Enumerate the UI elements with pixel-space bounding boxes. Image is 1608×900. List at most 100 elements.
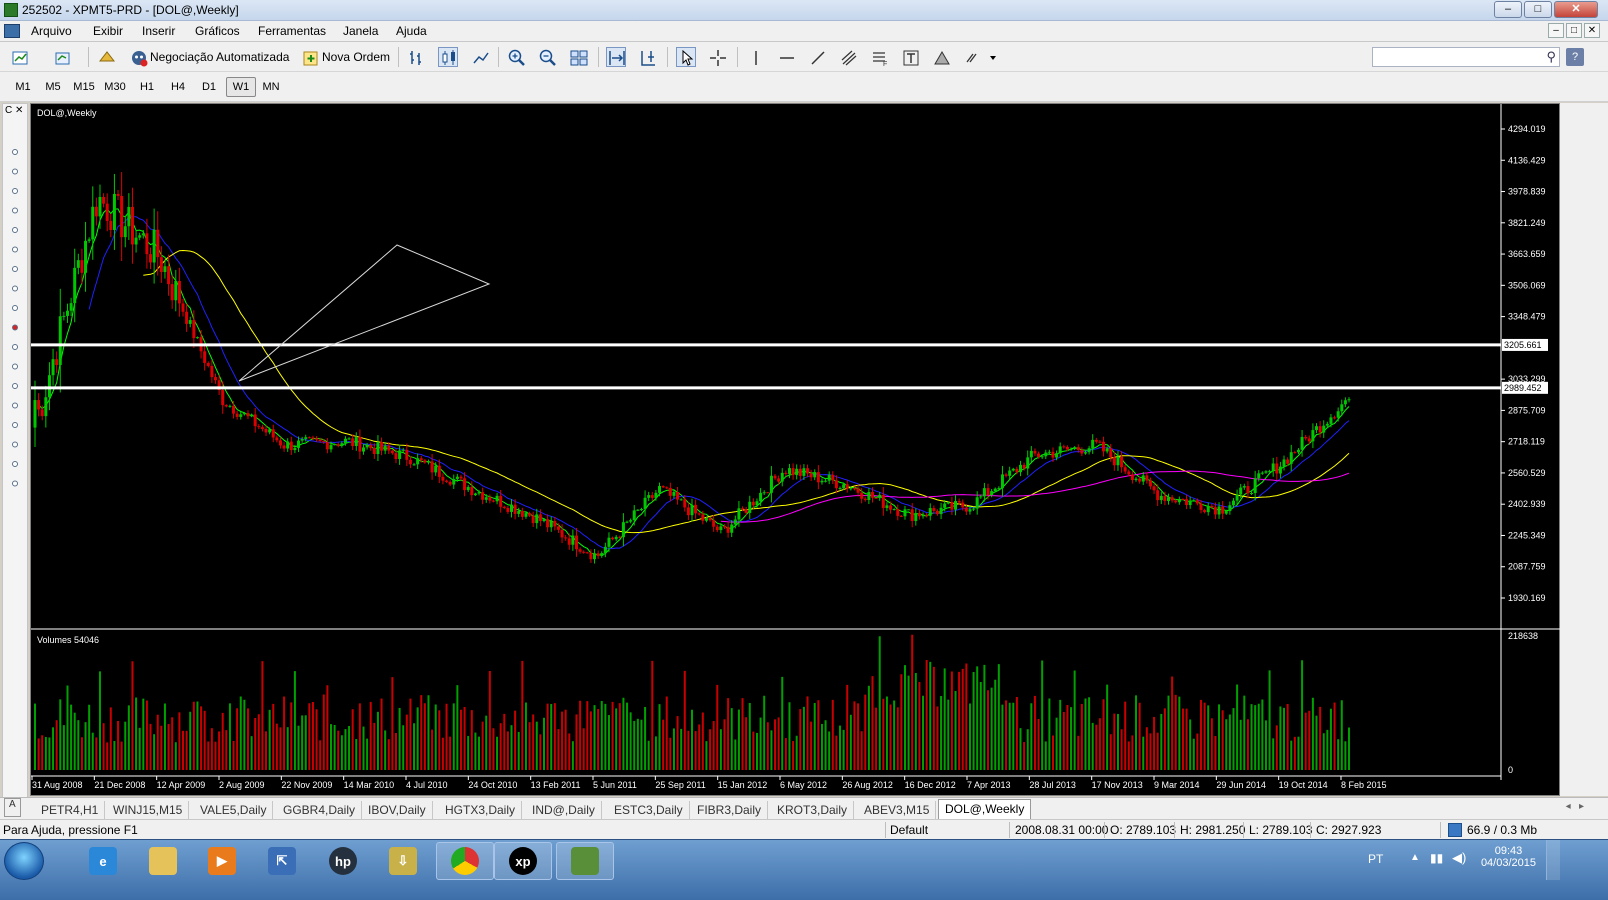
search-icon[interactable]: ⚲ [1546, 49, 1556, 65]
objects-list[interactable] [3, 104, 29, 804]
object-list-item[interactable] [12, 422, 18, 428]
timeframe-m30[interactable]: M30 [100, 77, 130, 97]
candlestick-icon[interactable] [438, 47, 458, 67]
new-chart-icon[interactable]: ▾ [10, 47, 43, 67]
timeframe-h4[interactable]: H4 [163, 77, 193, 97]
tab-krot3[interactable]: KROT3,Daily [771, 801, 855, 820]
volume-icon[interactable]: ◀) [1452, 850, 1466, 866]
mdi-restore-button[interactable]: □ [1566, 23, 1582, 38]
arrow-tool-icon[interactable] [931, 47, 951, 67]
crosshair-icon[interactable] [707, 47, 727, 67]
menu-ajuda[interactable]: Ajuda [396, 24, 427, 38]
chart-window[interactable]: 3205.661 2989.452 DOL@,Weekly Volumes 540… [30, 103, 1561, 797]
object-list-item[interactable] [12, 344, 18, 350]
cursor-icon[interactable] [676, 47, 696, 67]
profiles-icon[interactable] [52, 47, 72, 67]
fibonacci-icon[interactable]: F [869, 47, 889, 68]
menu-ferramentas[interactable]: Ferramentas [258, 24, 326, 38]
menu-arquivo[interactable]: Arquivo [31, 24, 72, 38]
tab-ind[interactable]: IND@,Daily [526, 801, 602, 820]
object-list-item[interactable] [12, 305, 18, 311]
tab-abev3[interactable]: ABEV3,M15 [858, 801, 937, 820]
line-chart-icon[interactable] [470, 47, 490, 67]
menu-exibir[interactable]: Exibir [93, 24, 123, 38]
vertical-line-icon[interactable] [745, 47, 765, 67]
tab-ggbr4[interactable]: GGBR4,Daily [277, 801, 363, 820]
network-icon[interactable]: ▮▮ [1430, 851, 1443, 865]
document-icon[interactable] [4, 24, 20, 38]
object-list-item[interactable] [12, 383, 18, 389]
timeframe-h1[interactable]: H1 [132, 77, 162, 97]
object-list-item[interactable] [12, 266, 18, 272]
chart-shift-icon[interactable] [637, 47, 657, 67]
tab-fibr3[interactable]: FIBR3,Daily [691, 801, 769, 820]
zoom-out-icon[interactable] [537, 47, 557, 67]
menu-inserir[interactable]: Inserir [142, 24, 175, 38]
object-list-item[interactable] [12, 207, 18, 214]
clock[interactable]: 09:43 04/03/2015 [1481, 845, 1536, 869]
tab-vale5[interactable]: VALE5,Daily [194, 801, 274, 820]
taskbar-remote[interactable]: ⇱ [253, 842, 311, 880]
triangle-drawing[interactable] [238, 244, 491, 382]
tabs-nav-arrows[interactable]: ◂ ▸ [1566, 801, 1584, 812]
taskbar-explorer[interactable] [134, 842, 192, 880]
object-list-item[interactable] [12, 402, 18, 409]
tray-expand-icon[interactable]: ▲ [1410, 852, 1420, 863]
tabs-scroll-button[interactable]: A [4, 798, 21, 817]
object-list-item[interactable] [12, 324, 18, 331]
timeframe-mn[interactable]: MN [256, 77, 286, 97]
text-tool-icon[interactable] [900, 47, 920, 67]
horizontal-line-icon[interactable] [776, 47, 796, 67]
object-list-item[interactable] [12, 188, 18, 194]
timeframe-m5[interactable]: M5 [38, 77, 68, 97]
object-list-item[interactable] [12, 285, 18, 292]
tab-petr4[interactable]: PETR4,H1 [35, 801, 106, 820]
tile-windows-icon[interactable] [568, 47, 588, 67]
object-list-item[interactable] [12, 168, 18, 175]
object-list-item[interactable] [12, 149, 18, 155]
menu-janela[interactable]: Janela [343, 24, 378, 38]
new-order-button[interactable]: Nova Ordem [300, 46, 390, 68]
tab-hgtx3[interactable]: HGTX3,Daily [439, 801, 523, 820]
timeframe-w1[interactable]: W1 [226, 77, 256, 97]
mdi-minimize-button[interactable]: – [1548, 23, 1564, 38]
tab-estc3[interactable]: ESTC3,Daily [608, 801, 690, 820]
bar-chart-icon[interactable] [406, 47, 426, 67]
taskbar-ie[interactable]: e [74, 842, 132, 880]
close-button[interactable]: ✕ [1554, 1, 1598, 18]
connection-icon[interactable] [1448, 823, 1462, 837]
market-watch-icon[interactable] [96, 47, 116, 67]
autoscroll-icon[interactable] [606, 47, 626, 67]
mdi-close-button[interactable]: ✕ [1584, 23, 1600, 38]
object-list-item[interactable] [12, 246, 18, 253]
zoom-in-icon[interactable] [506, 47, 526, 67]
price-chart[interactable]: 3205.661 2989.452 DOL@,Weekly Volumes 540… [31, 104, 1561, 797]
object-list-item[interactable] [12, 461, 18, 467]
auto-trading-button[interactable]: Negociação Automatizada [128, 46, 289, 68]
taskbar-xp[interactable]: xp [494, 842, 552, 880]
start-button[interactable] [4, 842, 44, 880]
language-indicator[interactable]: PT [1368, 852, 1383, 866]
timeframe-m15[interactable]: M15 [69, 77, 99, 97]
timeframe-d1[interactable]: D1 [194, 77, 224, 97]
help-icon[interactable]: ? [1566, 48, 1584, 66]
tab-ibov[interactable]: IBOV,Daily [362, 801, 433, 820]
taskbar-hp[interactable]: hp [314, 842, 372, 880]
taskbar-metatrader[interactable] [556, 842, 614, 880]
object-list-item[interactable] [12, 227, 18, 233]
taskbar-chrome[interactable] [436, 842, 494, 880]
tab-winj15[interactable]: WINJ15,M15 [107, 801, 190, 820]
object-list-item[interactable] [12, 363, 18, 370]
maximize-button[interactable]: □ [1524, 1, 1552, 18]
trendline-icon[interactable] [807, 47, 827, 67]
menu-graficos[interactable]: Gráficos [195, 24, 240, 38]
object-list-item[interactable] [12, 480, 18, 487]
shapes-dropdown-icon[interactable] [962, 47, 996, 67]
equidistant-channel-icon[interactable] [838, 47, 858, 67]
minimize-button[interactable]: – [1494, 1, 1522, 18]
taskbar-downloads[interactable]: ⇩ [374, 842, 432, 880]
tab-dol-weekly[interactable]: DOL@,Weekly [938, 799, 1032, 820]
taskbar-media-player[interactable]: ▶ [193, 842, 251, 880]
search-input[interactable]: ⚲ [1372, 47, 1560, 67]
show-desktop-button[interactable] [1546, 840, 1560, 880]
